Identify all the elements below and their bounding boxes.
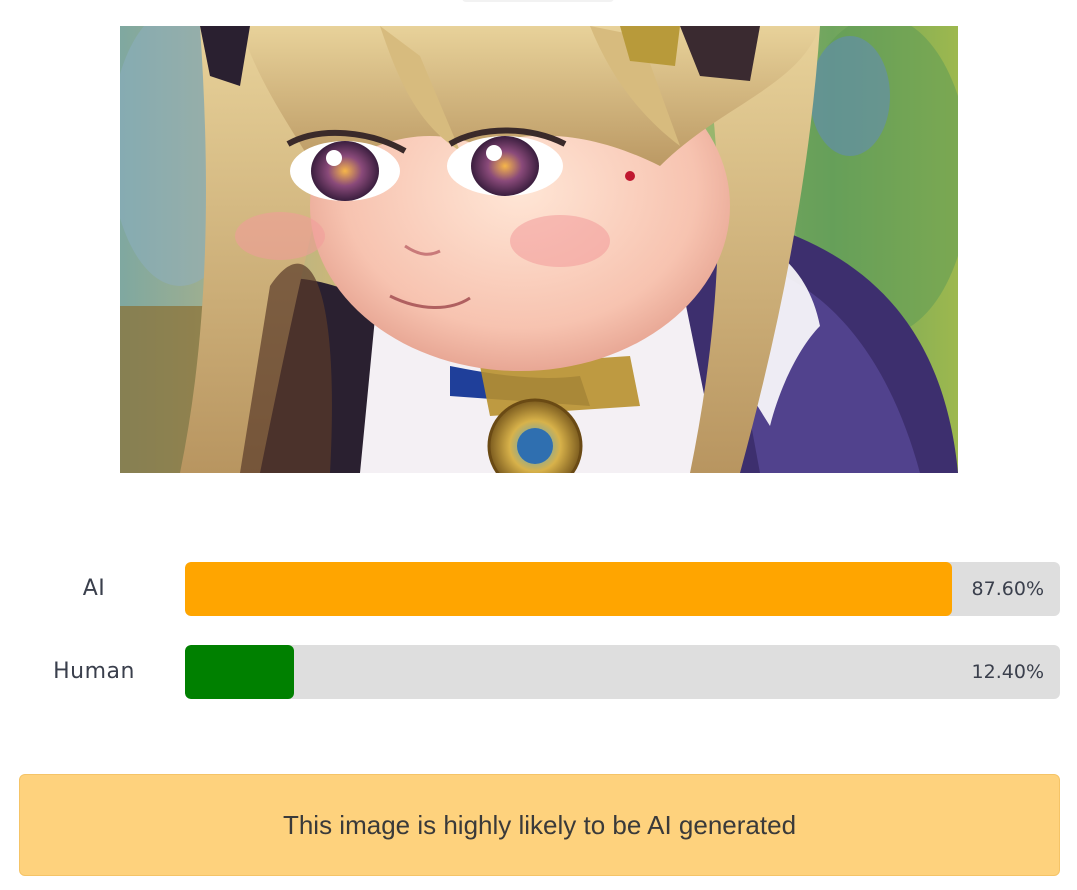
result-row-ai: AI 87.60%: [0, 562, 1077, 616]
result-percent-ai: 87.60%: [971, 578, 1044, 600]
analyzed-image: [120, 26, 958, 473]
result-percent-human: 12.40%: [971, 661, 1044, 683]
verdict-banner: This image is highly likely to be AI gen…: [19, 774, 1060, 876]
result-bar-track-human: 12.40%: [185, 645, 1060, 699]
result-bar-fill-ai: [185, 562, 952, 616]
result-label-ai: AI: [82, 576, 106, 601]
verdict-text: This image is highly likely to be AI gen…: [282, 810, 797, 840]
result-bar-fill-human: [185, 645, 294, 699]
result-bar-track-ai: 87.60%: [185, 562, 1060, 616]
top-tab-handle: [462, 0, 614, 2]
result-row-human: Human 12.40%: [0, 645, 1077, 699]
result-label-human: Human: [53, 659, 135, 684]
